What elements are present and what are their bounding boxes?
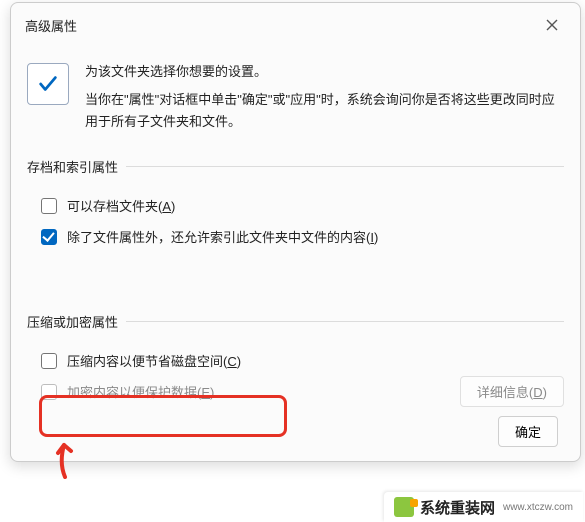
footer: 确定 [498,416,558,447]
advanced-attributes-dialog: 高级属性 为该文件夹选择你想要的设置。 当你在"属性"对话框中单击"确定"或"应… [10,2,581,462]
intro-line1: 为该文件夹选择你想要的设置。 [85,61,564,83]
watermark-logo-icon [394,497,414,517]
index-checkbox-row[interactable]: 除了文件属性外，还允许索引此文件夹中文件的内容(I) [27,221,564,252]
encrypt-label: 加密内容以便保护数据(E) [67,382,214,401]
details-button: 详细信息(D) [460,376,564,407]
encrypt-checkbox [41,384,57,400]
archive-checkbox-row[interactable]: 可以存档文件夹(A) [27,190,564,221]
index-checkbox[interactable] [41,229,57,245]
encrypt-checkbox-row: 加密内容以便保护数据(E) [27,376,214,407]
intro-line2: 当你在"属性"对话框中单击"确定"或"应用"时，系统会询问你是否将这些更改同时应… [85,89,564,133]
annotation-arrow-icon [51,439,75,482]
settings-check-icon [27,63,69,105]
compress-encrypt-group: 压缩或加密属性 压缩内容以便节省磁盘空间(C) 加密内容以便保护数据(E) 详细… [27,312,564,407]
watermark-url: www.xtczw.com [503,502,573,513]
compress-checkbox[interactable] [41,353,57,369]
index-label: 除了文件属性外，还允许索引此文件夹中文件的内容(I) [67,227,378,246]
compress-group-title: 压缩或加密属性 [27,312,564,331]
dialog-title: 高级属性 [25,16,77,35]
intro-text: 为该文件夹选择你想要的设置。 当你在"属性"对话框中单击"确定"或"应用"时，系… [85,61,564,133]
close-icon [546,19,558,31]
compress-label: 压缩内容以便节省磁盘空间(C) [67,351,241,370]
close-button[interactable] [538,11,566,39]
archive-group-title: 存档和索引属性 [27,157,564,176]
watermark-text: 系统重装网 [420,497,495,518]
archive-checkbox[interactable] [41,198,57,214]
archive-index-group: 存档和索引属性 可以存档文件夹(A) 除了文件属性外，还允许索引此文件夹中文件的… [27,157,564,252]
intro-section: 为该文件夹选择你想要的设置。 当你在"属性"对话框中单击"确定"或"应用"时，系… [27,61,564,133]
archive-label: 可以存档文件夹(A) [67,196,175,215]
compress-checkbox-row[interactable]: 压缩内容以便节省磁盘空间(C) [27,345,564,376]
encrypt-row-with-button: 加密内容以便保护数据(E) 详细信息(D) [27,376,564,407]
dialog-content: 为该文件夹选择你想要的设置。 当你在"属性"对话框中单击"确定"或"应用"时，系… [11,43,580,435]
ok-button[interactable]: 确定 [498,416,558,447]
watermark: 系统重装网 www.xtczw.com [384,492,583,522]
titlebar: 高级属性 [11,3,580,43]
